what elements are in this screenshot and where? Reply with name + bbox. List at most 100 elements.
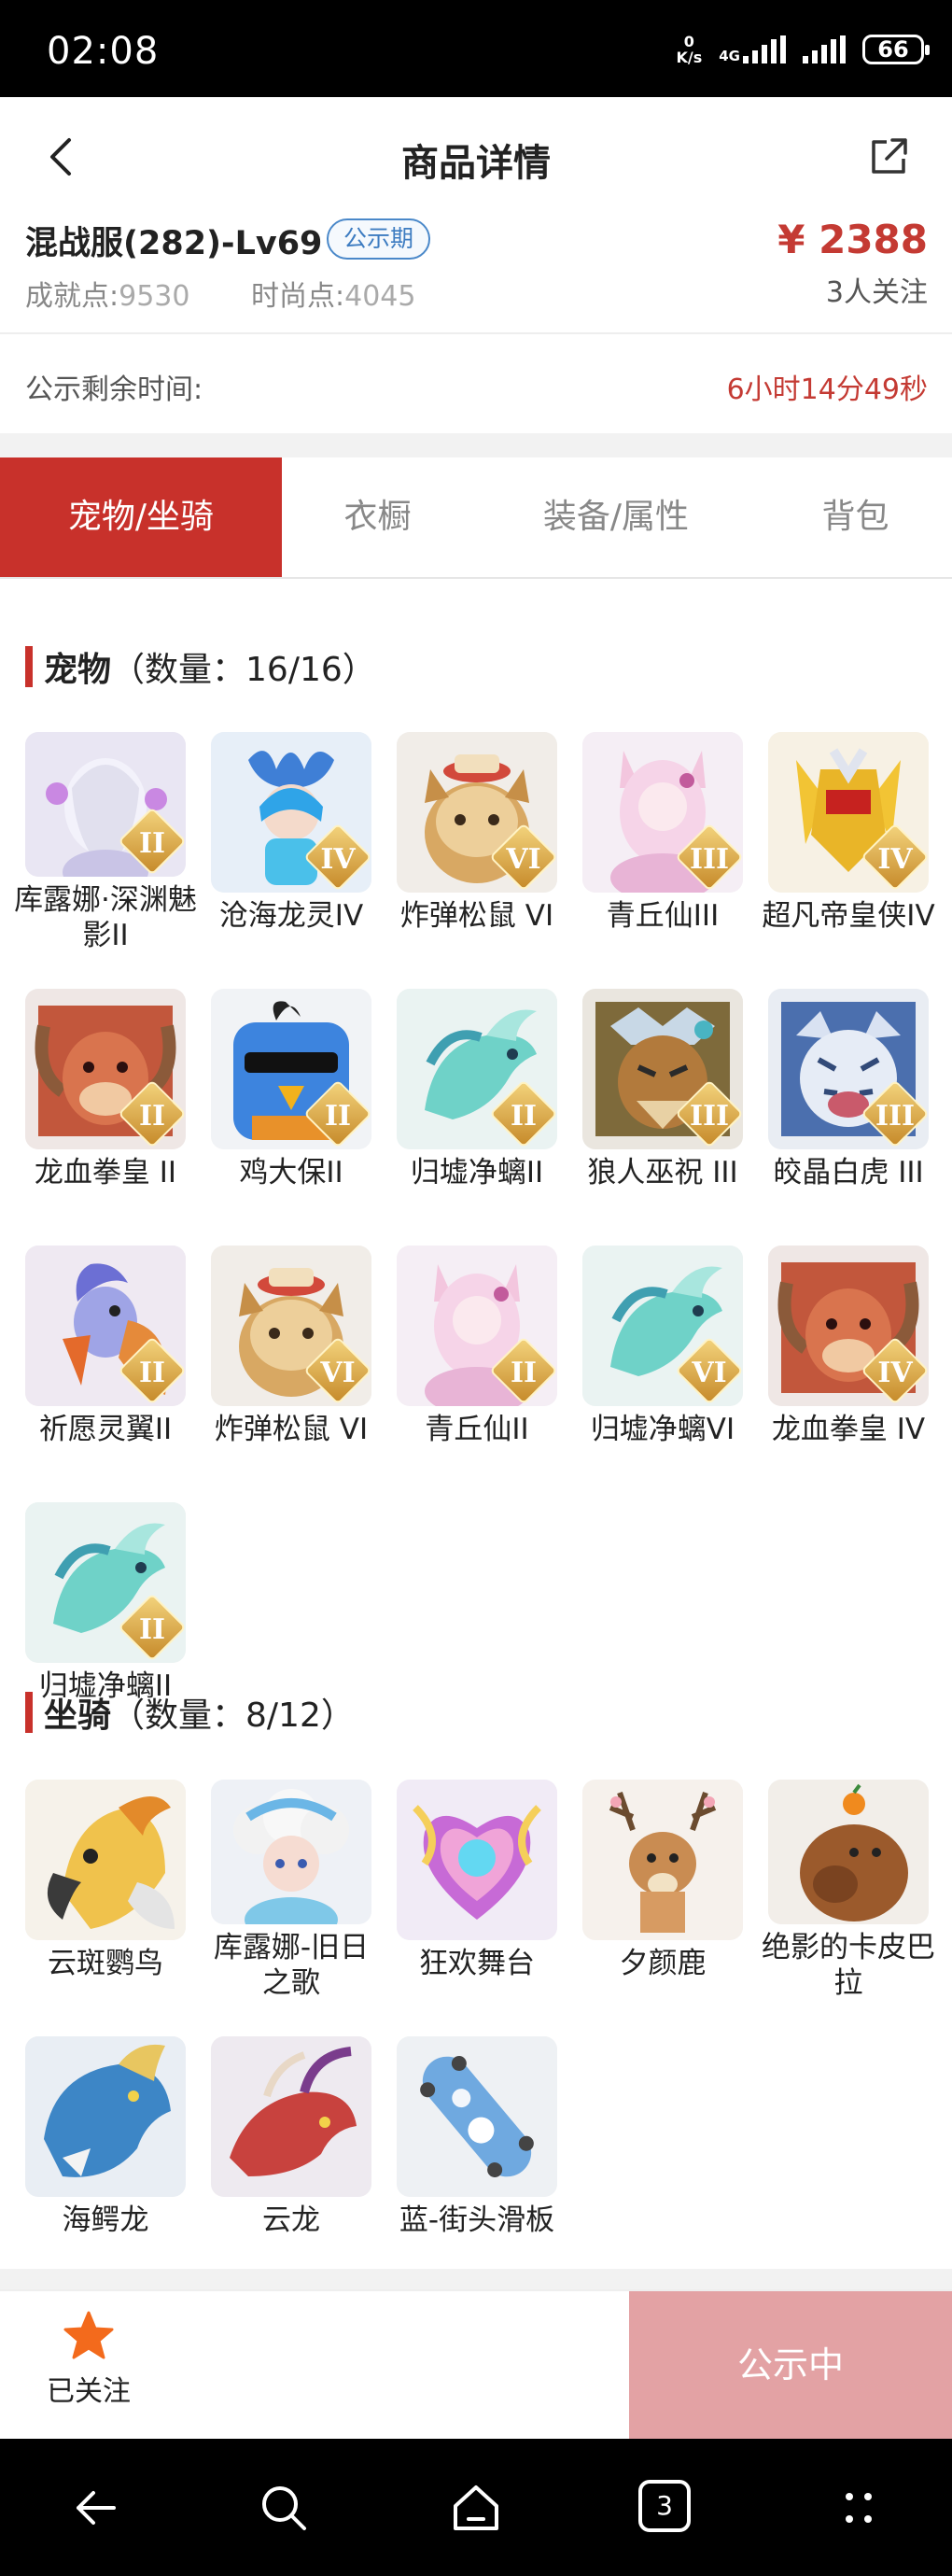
pet-thumbnail: II <box>397 989 557 1149</box>
mount-thumbnail <box>25 1780 186 1940</box>
tab-backpack[interactable]: 背包 <box>759 457 952 577</box>
pet-card[interactable]: III 皎晶白虎 III <box>768 989 929 1210</box>
rank-numeral: IV <box>877 842 913 876</box>
pet-thumbnail: IV <box>768 1246 929 1406</box>
rank-numeral: II <box>510 1356 538 1389</box>
rank-numeral: II <box>324 1099 352 1133</box>
pet-card[interactable]: IV 超凡帝皇侠IV <box>762 732 935 953</box>
pet-name: 鸡大保II <box>239 1156 343 1189</box>
mount-card[interactable]: 蓝-街头滑板 <box>397 2036 557 2258</box>
blue-dragon-image <box>25 2036 186 2197</box>
mount-thumbnail <box>397 1780 557 1940</box>
pet-card[interactable]: VI 炸弹松鼠 VI <box>397 732 557 953</box>
mount-thumbnail <box>25 2036 186 2197</box>
parrot-image <box>25 1780 186 1940</box>
product-stats: 成就点:9530 时尚点:4045 <box>25 273 468 314</box>
divider-band <box>0 433 952 457</box>
pet-card[interactable]: IV 沧海龙灵IV <box>211 732 371 953</box>
home-icon[interactable] <box>448 2480 504 2536</box>
back-arrow-icon[interactable] <box>67 2480 123 2536</box>
mount-card[interactable]: 狂欢舞台 <box>397 1780 557 2001</box>
mount-card[interactable]: 云龙 <box>211 2036 371 2258</box>
pet-name: 龙血拳皇 IV <box>771 1413 926 1446</box>
product-name: 混战服(282)-Lv69 <box>25 225 323 262</box>
publicity-button[interactable]: 公示中 <box>629 2291 952 2439</box>
mounts-grid: 云斑鹦鸟 库露娜-旧日之歌 狂欢舞台 夕颜鹿 绝影的卡皮巴拉海鳄龙 云龙 蓝-街头滑板 <box>25 1780 935 2258</box>
more-dots-icon[interactable] <box>831 2480 887 2536</box>
fashion-value: 4045 <box>344 280 416 313</box>
mount-name: 库露娜-旧日之歌 <box>213 1931 370 2000</box>
pet-thumbnail: II <box>397 1246 557 1406</box>
network-type: 4G <box>719 48 740 64</box>
search-icon[interactable] <box>256 2480 312 2536</box>
mount-name: 狂欢舞台 <box>419 1947 535 1980</box>
mount-thumbnail <box>397 2036 557 2197</box>
tab-equipment[interactable]: 装备/属性 <box>473 457 759 577</box>
rank-numeral: II <box>138 1356 166 1389</box>
divider-band <box>0 2269 952 2289</box>
mount-card[interactable]: 库露娜-旧日之歌 <box>211 1780 371 2001</box>
achievement-value: 9530 <box>119 280 190 313</box>
mount-thumbnail <box>211 2036 371 2197</box>
mounts-title: 坐骑 <box>44 1696 112 1735</box>
pet-card[interactable]: VI 归墟净螭VI <box>582 1246 743 1467</box>
net-speed-value: 0 <box>683 33 694 50</box>
status-badge: 公示期 <box>327 218 431 260</box>
pet-name: 青丘仙II <box>425 1413 529 1446</box>
pet-card[interactable]: II 鸡大保II <box>211 989 371 1210</box>
tab-pets-mounts[interactable]: 宠物/坐骑 <box>0 457 282 577</box>
signal-icon-2 <box>803 35 846 63</box>
pet-card[interactable]: IV 龙血拳皇 IV <box>768 1246 929 1467</box>
mount-card[interactable]: 夕颜鹿 <box>582 1780 743 2001</box>
pet-card[interactable]: II 龙血拳皇 II <box>25 989 186 1210</box>
pet-thumbnail: III <box>582 989 743 1149</box>
pet-name: 青丘仙III <box>606 899 720 933</box>
pet-card[interactable]: II 青丘仙II <box>397 1246 557 1467</box>
rank-numeral: IV <box>877 1356 913 1389</box>
mounts-section-title: 坐骑 （数量：8/12） <box>25 1688 355 1737</box>
recent-apps-icon[interactable]: 3 <box>638 2480 694 2536</box>
rank-numeral: II <box>138 826 166 860</box>
pet-thumbnail: II <box>211 989 371 1149</box>
page-title: 商品详情 <box>401 142 551 185</box>
mounts-count: （数量：8/12） <box>111 1696 355 1735</box>
countdown-label: 公示剩余时间: <box>25 373 203 406</box>
mount-card[interactable]: 海鳄龙 <box>25 2036 186 2258</box>
price: ¥ 2388 <box>777 217 928 262</box>
pet-card[interactable]: III 青丘仙III <box>582 732 743 953</box>
pet-card[interactable]: III 狼人巫祝 III <box>582 989 743 1210</box>
pet-name: 炸弹松鼠 VI <box>214 1413 369 1446</box>
pet-thumbnail: II <box>25 989 186 1149</box>
mount-name: 海鳄龙 <box>62 2203 149 2237</box>
star-icon <box>63 2311 114 2359</box>
pet-card[interactable]: VI 炸弹松鼠 VI <box>211 1246 371 1467</box>
pet-thumbnail: IV <box>211 732 371 893</box>
follow-label: 已关注 <box>47 2375 131 2408</box>
product-info: 混战服(282)-Lv69 公示期 成就点:9530 时尚点:4045 ¥ 23… <box>0 209 952 332</box>
mount-card[interactable]: 绝影的卡皮巴拉 <box>762 1780 935 2001</box>
pets-count: （数量：16/16） <box>111 651 376 689</box>
signal-icon <box>743 35 786 63</box>
status-icons: 0 K/s 4G 66 <box>676 34 930 65</box>
pet-card[interactable]: II 祈愿灵翼II <box>25 1246 186 1467</box>
rank-numeral: III <box>875 1099 916 1133</box>
mount-name: 绝影的卡皮巴拉 <box>762 1931 935 2000</box>
pet-card[interactable]: II 归墟净螭II <box>397 989 557 1210</box>
mount-name: 蓝-街头滑板 <box>399 2203 555 2237</box>
rank-numeral: II <box>510 1099 538 1133</box>
tab-wardrobe[interactable]: 衣橱 <box>282 457 473 577</box>
follow-button[interactable]: 已关注 <box>37 2310 140 2422</box>
pets-grid: II 库露娜·深渊魅影II IV 沧海龙灵IV VI 炸弹松鼠 VI III 青丘仙III IV… <box>14 732 935 1724</box>
pet-thumbnail: II <box>25 1246 186 1406</box>
follower-count: 3人关注 <box>825 276 928 309</box>
share-icon[interactable] <box>866 134 911 179</box>
net-speed: 0 K/s <box>676 34 702 65</box>
deer-image <box>582 1780 743 1940</box>
pet-card[interactable]: II 库露娜·深渊魅影II <box>14 732 197 953</box>
pets-title: 宠物 <box>44 651 112 689</box>
mount-card[interactable]: 云斑鹦鸟 <box>25 1780 186 2001</box>
mount-name: 云斑鹦鸟 <box>48 1947 163 1980</box>
mount-thumbnail <box>768 1780 929 1924</box>
pet-thumbnail: VI <box>211 1246 371 1406</box>
achievement-label: 成就点: <box>25 280 119 313</box>
